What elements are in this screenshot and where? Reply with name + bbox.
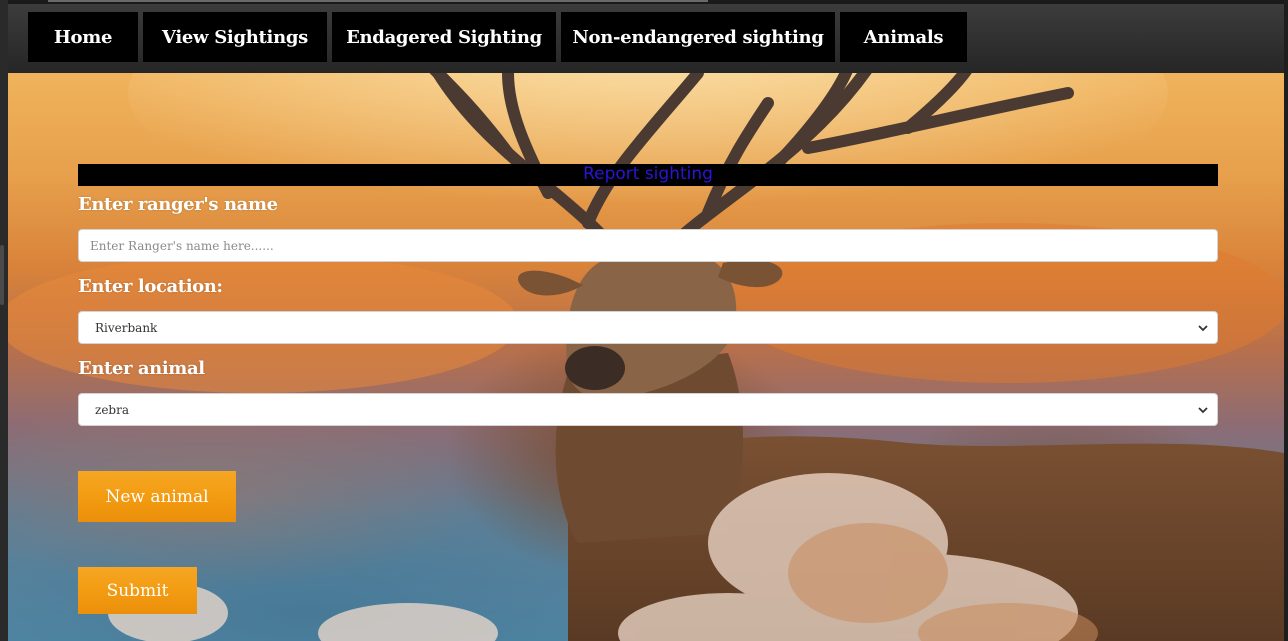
ranger-name-label: Enter ranger's name — [78, 194, 278, 215]
navbar: Home View Sightings Endagered Sighting N… — [8, 4, 1284, 73]
location-select-value: Riverbank — [95, 320, 158, 335]
nav-endangered-sighting[interactable]: Endagered Sighting — [332, 12, 556, 62]
nav-home[interactable]: Home — [28, 12, 138, 62]
window-right-edge — [1284, 0, 1288, 641]
side-scroll-handle[interactable] — [0, 245, 4, 305]
main-content: Report sighting Enter ranger's name Ente… — [8, 73, 1284, 641]
nav-animals[interactable]: Animals — [840, 12, 967, 62]
chevron-down-icon — [1198, 407, 1208, 414]
deer-background-image — [8, 73, 1284, 641]
animal-label: Enter animal — [78, 358, 205, 379]
top-strip-highlight — [48, 0, 708, 2]
location-select[interactable]: Riverbank — [78, 311, 1218, 344]
report-sighting-title: Report sighting — [78, 164, 1218, 186]
animal-select[interactable]: zebra — [78, 393, 1218, 426]
new-animal-button[interactable]: New animal — [78, 471, 236, 522]
ranger-name-input[interactable] — [78, 229, 1218, 262]
submit-button[interactable]: Submit — [78, 567, 197, 614]
window-left-edge — [0, 0, 8, 641]
animal-select-value: zebra — [95, 402, 129, 417]
nav-view-sightings[interactable]: View Sightings — [143, 12, 327, 62]
chevron-down-icon — [1198, 325, 1208, 332]
nav-non-endangered-sighting[interactable]: Non-endangered sighting — [561, 12, 835, 62]
location-label: Enter location: — [78, 276, 223, 297]
